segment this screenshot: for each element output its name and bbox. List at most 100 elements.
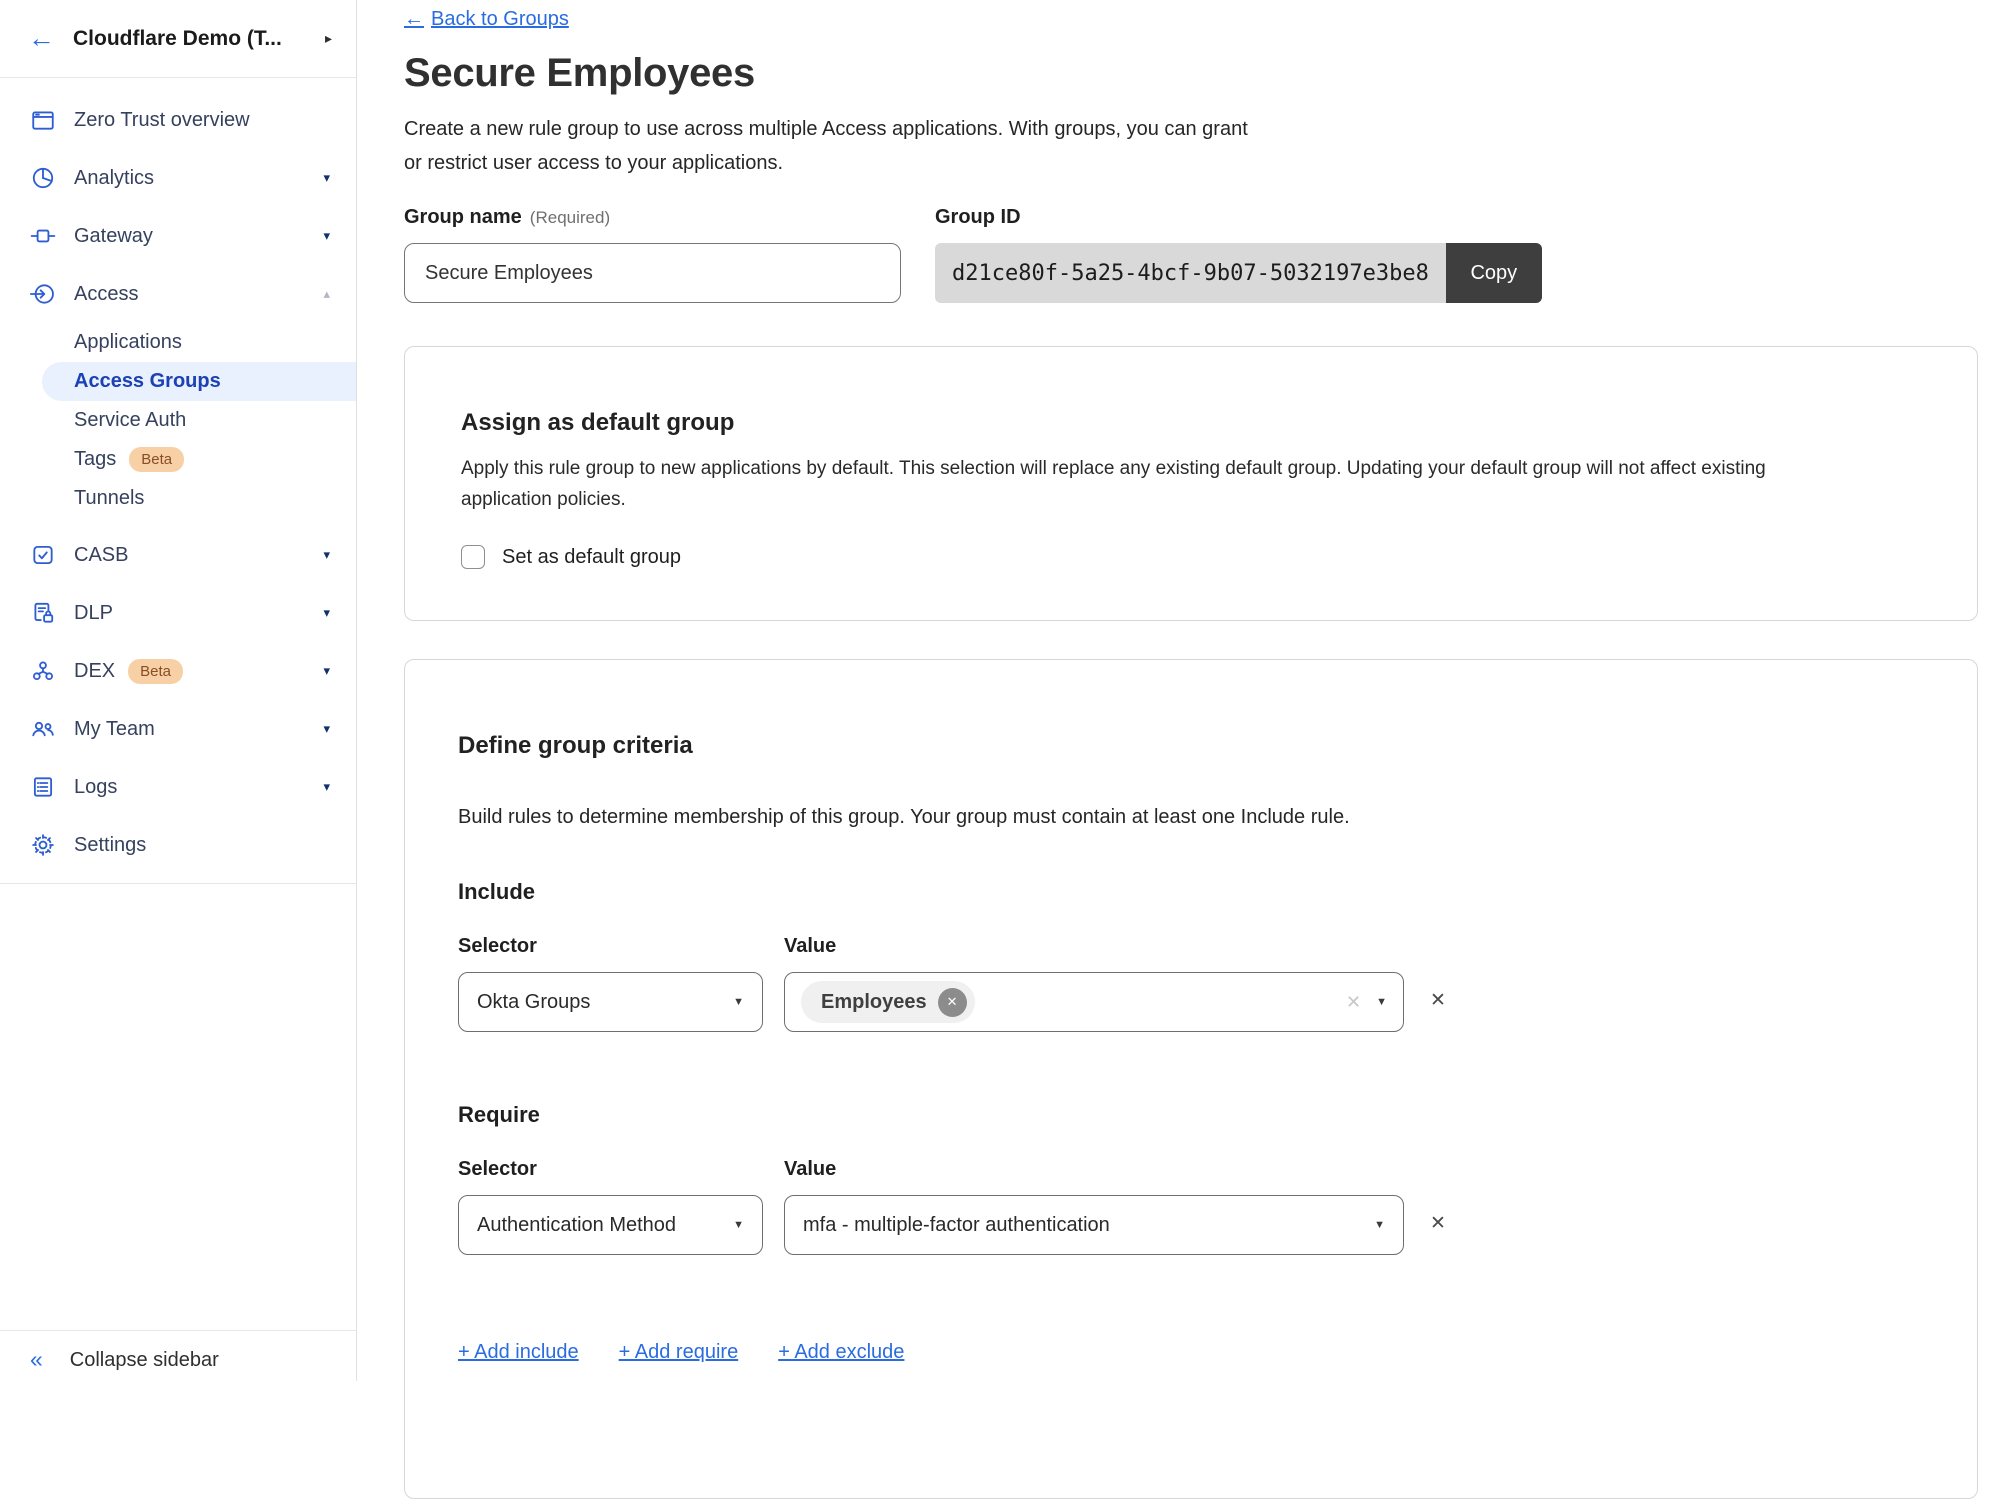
beta-badge: Beta [129, 447, 184, 472]
collapse-sidebar-button[interactable]: « Collapse sidebar [0, 1330, 356, 1381]
sidebar-subitem-label: Tunnels [74, 487, 144, 510]
criteria-card-description: Build rules to determine membership of t… [458, 806, 1921, 829]
include-value-column: Value Employees ✕ ✕ ▼ [784, 935, 1404, 1032]
require-value-dropdown[interactable]: mfa - multiple-factor authentication ▼ [784, 1195, 1404, 1255]
account-title: Cloudflare Demo (T... [73, 27, 317, 51]
chevron-down-icon: ▾ [323, 605, 330, 621]
default-group-checkbox-row: Set as default group [461, 545, 1921, 569]
sidebar-item-service-auth[interactable]: Service Auth [0, 401, 356, 440]
default-card-desc-line: application policies. [461, 484, 1921, 515]
collapse-sidebar-label: Collapse sidebar [70, 1349, 219, 1372]
sidebar-item-tunnels[interactable]: Tunnels [0, 479, 356, 518]
access-login-icon [30, 281, 56, 307]
back-arrow-icon[interactable]: ← [28, 25, 55, 52]
add-include-link[interactable]: + Add include [458, 1341, 579, 1364]
rule-actions-row: + Add include + Add require + Add exclud… [458, 1341, 1921, 1364]
group-id-label: Group ID [935, 206, 1542, 229]
add-exclude-link[interactable]: + Add exclude [778, 1341, 904, 1364]
sidebar-item-applications[interactable]: Applications [0, 323, 356, 362]
sidebar-item-label: CASB [74, 544, 128, 567]
page-description: Create a new rule group to use across mu… [404, 112, 1999, 180]
require-selector-value: Authentication Method [477, 1214, 676, 1237]
default-group-card-description: Apply this rule group to new application… [461, 453, 1921, 515]
sidebar-item-my-team[interactable]: My Team ▾ [0, 700, 356, 758]
sidebar-item-label: Zero Trust overview [74, 109, 250, 132]
include-selector-dropdown[interactable]: Okta Groups ▼ [458, 972, 763, 1032]
overview-window-icon [30, 107, 56, 133]
sidebar: ← Cloudflare Demo (T... ▸ Zero Trust ove… [0, 0, 357, 1381]
selector-label: Selector [458, 1158, 763, 1181]
sidebar-nav: Zero Trust overview Analytics ▾ Gateway … [0, 78, 356, 884]
sidebar-item-logs[interactable]: Logs ▾ [0, 758, 356, 816]
chevron-down-icon: ▾ [323, 228, 330, 244]
sidebar-item-access-groups[interactable]: Access Groups [42, 362, 356, 401]
default-group-card: Assign as default group Apply this rule … [404, 346, 1978, 621]
criteria-card: Define group criteria Build rules to det… [404, 659, 1978, 1499]
sidebar-item-label: DEX [74, 660, 115, 683]
selector-label: Selector [458, 935, 763, 958]
chevron-down-icon: ▾ [323, 547, 330, 563]
remove-include-rule-button[interactable]: ✕ [1430, 989, 1446, 1012]
sidebar-subitem-label: Applications [74, 331, 182, 354]
add-require-link[interactable]: + Add require [619, 1341, 739, 1364]
sidebar-item-label: Analytics [74, 167, 154, 190]
sidebar-item-gateway[interactable]: Gateway ▾ [0, 207, 356, 265]
chevron-down-icon: ▾ [323, 170, 330, 186]
require-selector-dropdown[interactable]: Authentication Method ▼ [458, 1195, 763, 1255]
sidebar-item-label: Access [74, 283, 138, 306]
group-name-label: Group name [404, 206, 522, 228]
group-name-id-row: Group name(Required) Group ID d21ce80f-5… [404, 206, 1999, 303]
analytics-pie-icon [30, 165, 56, 191]
default-card-desc-line: Apply this rule group to new application… [461, 453, 1921, 484]
sidebar-divider [0, 883, 356, 884]
set-default-checkbox[interactable] [461, 545, 485, 569]
page-title: Secure Employees [404, 51, 1999, 96]
page-description-line: Create a new rule group to use across mu… [404, 112, 1999, 146]
sidebar-item-dex[interactable]: DEX Beta ▾ [0, 642, 356, 700]
sidebar-item-settings[interactable]: Settings [0, 816, 356, 874]
sidebar-item-dlp[interactable]: DLP ▾ [0, 584, 356, 642]
chevron-up-icon: ▴ [323, 286, 330, 302]
gear-icon [30, 832, 56, 858]
include-selector-value: Okta Groups [477, 991, 590, 1014]
sidebar-item-label: Logs [74, 776, 117, 799]
back-link-label: Back to Groups [431, 8, 569, 31]
remove-require-rule-button[interactable]: ✕ [1430, 1212, 1446, 1235]
clear-values-icon[interactable]: ✕ [1346, 992, 1361, 1013]
back-to-groups-link[interactable]: ← Back to Groups [404, 8, 569, 31]
sidebar-item-zero-trust-overview[interactable]: Zero Trust overview [0, 91, 356, 149]
chip-remove-icon[interactable]: ✕ [938, 988, 967, 1017]
group-name-input[interactable] [404, 243, 901, 303]
logs-list-icon [30, 774, 56, 800]
sidebar-item-analytics[interactable]: Analytics ▾ [0, 149, 356, 207]
sidebar-item-label: My Team [74, 718, 155, 741]
set-default-checkbox-label: Set as default group [502, 546, 681, 569]
dropdown-caret-icon: ▼ [1374, 1219, 1385, 1231]
collapse-chevrons-icon: « [30, 1349, 43, 1369]
copy-button[interactable]: Copy [1446, 243, 1542, 303]
account-expand-caret-icon[interactable]: ▸ [325, 30, 332, 47]
gateway-icon [30, 223, 56, 249]
sidebar-item-label: DLP [74, 602, 113, 625]
sidebar-item-label: Gateway [74, 225, 153, 248]
criteria-card-title: Define group criteria [458, 732, 1921, 760]
account-header[interactable]: ← Cloudflare Demo (T... ▸ [0, 0, 356, 78]
sidebar-item-casb[interactable]: CASB ▾ [0, 526, 356, 584]
chevron-down-icon: ▾ [323, 779, 330, 795]
chevron-down-icon: ▾ [323, 721, 330, 737]
dropdown-caret-icon: ▼ [1376, 996, 1387, 1008]
require-value-column: Value mfa - multiple-factor authenticati… [784, 1158, 1404, 1255]
casb-check-icon [30, 542, 56, 568]
chevron-down-icon: ▾ [323, 663, 330, 679]
sidebar-item-tags[interactable]: Tags Beta [0, 440, 356, 479]
include-heading: Include [458, 879, 1921, 905]
dropdown-caret-icon: ▼ [733, 1219, 744, 1231]
include-value-multiselect[interactable]: Employees ✕ ✕ ▼ [784, 972, 1404, 1032]
group-id-field-group: Group ID d21ce80f-5a25-4bcf-9b07-5032197… [935, 206, 1542, 303]
default-group-card-title: Assign as default group [461, 409, 1921, 437]
page-description-line: or restrict user access to your applicat… [404, 146, 1999, 180]
sidebar-item-access[interactable]: Access ▴ [0, 265, 356, 323]
main-content: ← Back to Groups Secure Employees Create… [357, 0, 1999, 1381]
require-value: mfa - multiple-factor authentication [803, 1214, 1110, 1237]
value-label: Value [784, 1158, 1404, 1181]
